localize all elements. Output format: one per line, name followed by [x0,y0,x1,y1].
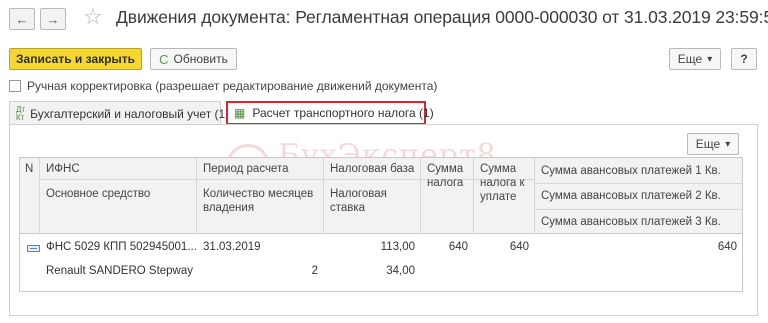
window-title: Движения документа: Регламентная операци… [116,7,768,27]
table-header: N ИФНС Основное средство Период расчета … [20,158,742,234]
col-period-header[interactable]: Период расчета [203,162,288,176]
col-n-header[interactable]: N [25,162,33,176]
manual-edit-checkbox[interactable] [9,80,21,92]
more-menu-button[interactable]: Еще ▾ [669,48,721,70]
favorite-star-icon[interactable]: ☆ [83,5,103,29]
cell-base[interactable]: 113,00 [330,241,415,253]
dropdown-arrow-icon: ▾ [725,138,731,150]
col-adv2-header[interactable]: Сумма авансовых платежей 2 Кв. [541,189,721,203]
save-and-close-button[interactable]: Записать и закрыть [9,48,142,70]
cell-tax-due[interactable]: 640 [473,241,529,253]
movements-table[interactable]: N ИФНС Основное средство Период расчета … [19,157,743,292]
refresh-button[interactable]: C Обновить [150,48,237,70]
manual-edit-label: Ручная корректировка (разрешает редактир… [27,79,438,93]
col-adv1-header[interactable]: Сумма авансовых платежей 1 Кв. [541,164,721,178]
cell-rate[interactable]: 34,00 [330,265,415,277]
forward-button[interactable]: → [40,8,66,30]
arrow-right-icon: → [46,11,60,27]
debit-credit-icon: Дт Кт [16,104,26,122]
cell-months[interactable]: 2 [196,265,318,277]
table-more-label: Еще [695,137,721,151]
refresh-label: Обновить [173,52,228,66]
cell-period[interactable]: 31.03.2019 [203,241,261,253]
table-more-button[interactable]: Еще ▾ [687,133,739,155]
tab-accounting-label: Бухгалтерский и налоговый учет (1) [30,106,230,121]
cell-tax-amount[interactable]: 640 [420,241,468,253]
col-ifns-header[interactable]: ИФНС [46,162,80,176]
col-tax-due-header[interactable]: Сумма налога к уплате [480,162,532,204]
back-button[interactable]: ← [9,8,35,30]
cell-adv1[interactable]: 640 [534,241,737,253]
cell-ifns[interactable]: ФНС 5029 КПП 502945001... [46,241,197,253]
table-icon: ▦ [234,106,246,120]
dropdown-arrow-icon: ▾ [707,53,713,65]
record-icon [27,245,40,252]
cell-asset[interactable]: Renault SANDERO Stepway [46,265,193,277]
col-adv3-header[interactable]: Сумма авансовых платежей 3 Кв. [541,215,721,229]
col-tax-amount-header[interactable]: Сумма налога [427,162,471,190]
tab-transport-tax-label: Расчет транспортного налога (1) [252,106,434,120]
help-button[interactable]: ? [731,48,757,70]
col-rate-header[interactable]: Налоговая ставка [330,187,410,215]
col-base-header[interactable]: Налоговая база [330,162,414,176]
col-asset-header[interactable]: Основное средство [46,187,150,201]
more-label: Еще [677,52,703,66]
col-months-header[interactable]: Количество месяцев владения [203,187,318,215]
refresh-icon: C [159,51,169,67]
arrow-left-icon: ← [15,11,29,27]
tab-accounting[interactable]: Дт Кт Бухгалтерский и налоговый учет (1) [9,101,229,125]
tab-transport-tax[interactable]: ▦ Расчет транспортного налога (1) [226,101,434,125]
